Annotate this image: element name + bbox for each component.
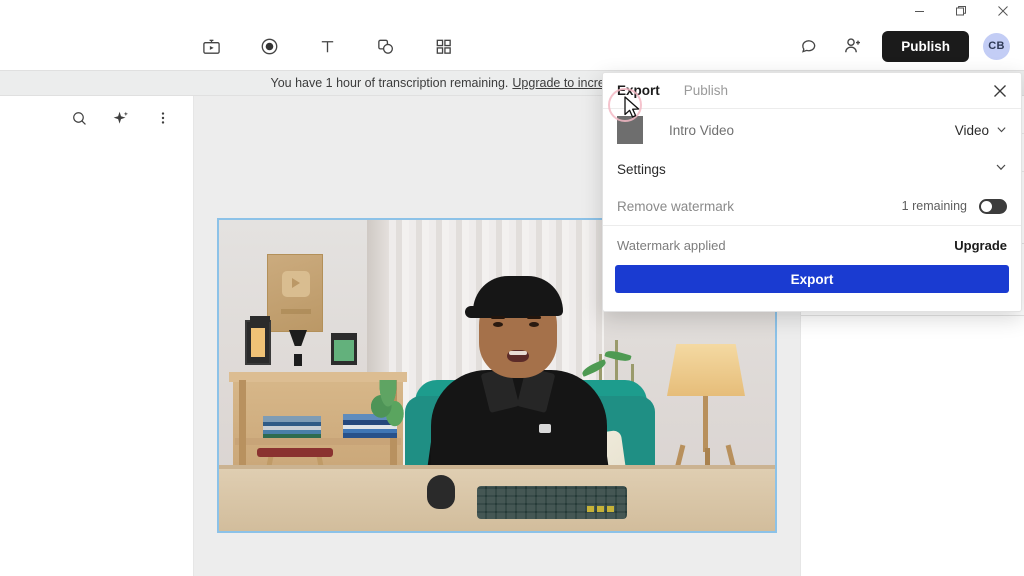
watermark-remaining-count: 1 remaining: [901, 199, 967, 213]
lantern: [245, 316, 271, 365]
magic-sparkle-icon[interactable]: [107, 104, 135, 132]
settings-label: Settings: [617, 161, 666, 177]
export-format-select[interactable]: Video: [955, 123, 1007, 138]
floor-lamp: [667, 344, 745, 396]
upgrade-button[interactable]: Upgrade: [954, 238, 1007, 253]
tab-publish[interactable]: Publish: [684, 83, 728, 98]
left-panel: [0, 96, 194, 576]
export-dialog: Export Publish Intro Video Video Setting…: [602, 72, 1022, 312]
close-icon[interactable]: [982, 0, 1024, 22]
restore-icon[interactable]: [940, 0, 982, 22]
left-panel-icons: [0, 96, 193, 132]
watermark-status-row: Watermark applied Upgrade: [603, 225, 1021, 265]
dialog-tabs: Export Publish: [603, 73, 1021, 109]
hanging-plant: [371, 380, 405, 428]
remove-watermark-toggle[interactable]: [979, 198, 1007, 214]
chevron-down-icon[interactable]: [995, 160, 1007, 178]
apps-grid-icon[interactable]: [428, 31, 458, 61]
toolbar-actions: Publish CB: [794, 22, 1010, 70]
chevron-down-icon: [996, 123, 1007, 138]
shapes-icon[interactable]: [370, 31, 400, 61]
wall-plaque: [267, 254, 323, 332]
avatar[interactable]: CB: [983, 32, 1010, 60]
toggle-knob: [981, 200, 992, 212]
computer-mouse: [427, 475, 455, 509]
export-item-row[interactable]: Intro Video Video: [603, 109, 1021, 151]
record-icon[interactable]: [254, 31, 284, 61]
application-window: Publish CB You have 1 hour of transcript…: [0, 0, 1024, 576]
more-options-icon[interactable]: [149, 104, 177, 132]
mouse-cursor: [624, 96, 640, 118]
minimize-icon[interactable]: [898, 0, 940, 22]
keyboard: [477, 486, 627, 519]
watermark-status: Watermark applied: [617, 238, 726, 253]
remove-watermark-label: Remove watermark: [617, 198, 735, 214]
media-icon[interactable]: [196, 31, 226, 61]
comment-icon[interactable]: [794, 31, 824, 61]
text-icon[interactable]: [312, 31, 342, 61]
close-icon[interactable]: [991, 82, 1009, 100]
publish-button[interactable]: Publish: [882, 30, 969, 62]
jar: [331, 333, 357, 365]
settings-row[interactable]: Settings: [603, 151, 1021, 187]
toolbar-tools: [196, 22, 458, 70]
add-person-icon[interactable]: [838, 31, 868, 61]
export-format-value: Video: [954, 122, 989, 138]
export-button[interactable]: Export: [615, 265, 1009, 293]
remove-watermark-row[interactable]: Remove watermark 1 remaining: [603, 187, 1021, 225]
trophy: [289, 330, 307, 366]
export-item-name: Intro Video: [669, 122, 735, 138]
window-titlebar: [0, 0, 1024, 22]
notice-text: You have 1 hour of transcription remaini…: [270, 76, 509, 90]
main-toolbar: Publish CB: [0, 22, 1024, 70]
search-icon[interactable]: [65, 104, 93, 132]
